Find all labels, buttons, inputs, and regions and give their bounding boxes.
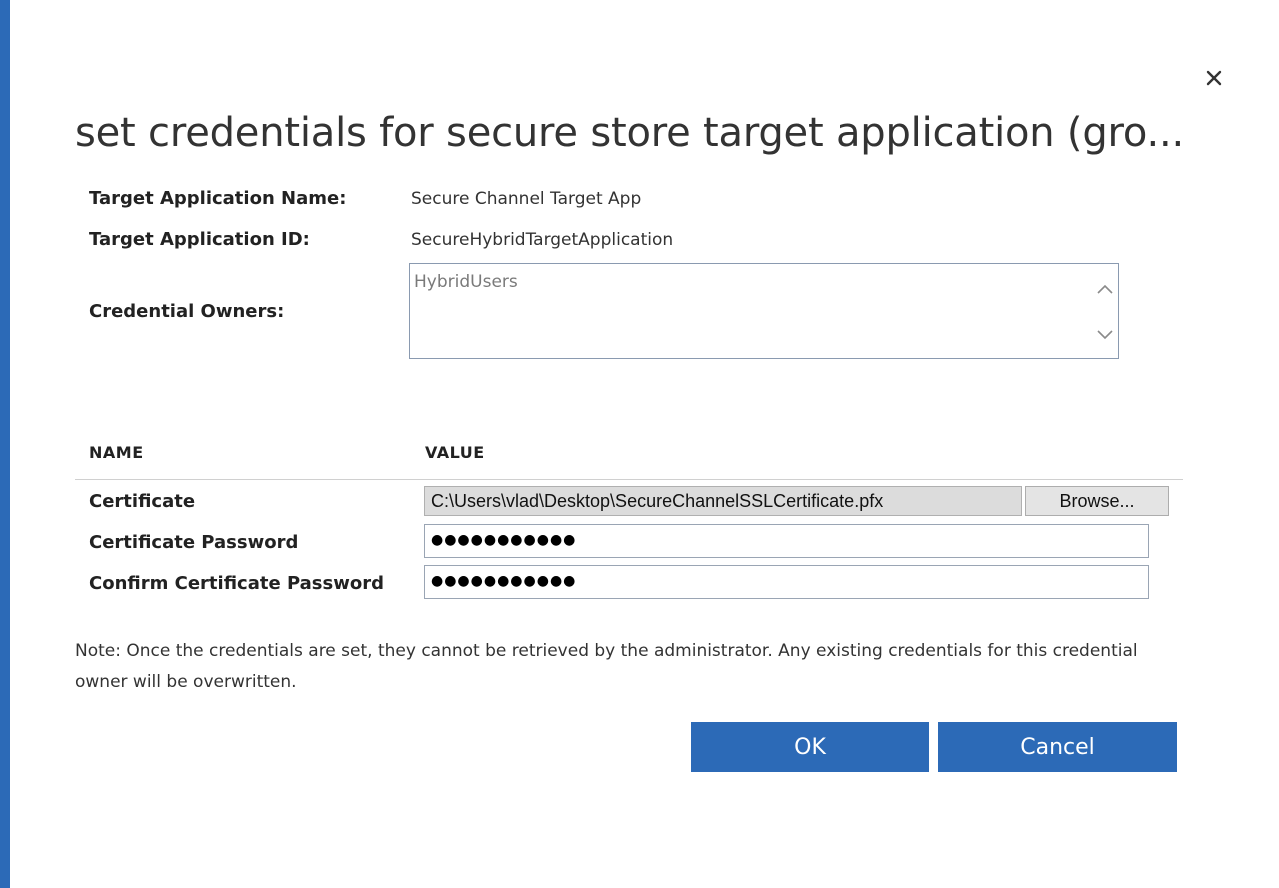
browse-button[interactable]: Browse... bbox=[1025, 486, 1169, 516]
target-app-id-label: Target Application ID: bbox=[89, 229, 310, 250]
credential-owners-field[interactable]: HybridUsers bbox=[409, 263, 1119, 359]
ok-button[interactable]: OK bbox=[691, 722, 929, 772]
cancel-button[interactable]: Cancel bbox=[938, 722, 1177, 772]
certificate-file-input[interactable]: C:\Users\vlad\Desktop\SecureChannelSSLCe… bbox=[424, 486, 1022, 516]
column-header-name: NAME bbox=[89, 443, 144, 462]
target-app-id-value: SecureHybridTargetApplication bbox=[411, 230, 674, 250]
target-app-name-label: Target Application Name: bbox=[89, 188, 347, 209]
certificate-label: Certificate bbox=[89, 491, 196, 512]
credential-owners-label: Credential Owners: bbox=[89, 301, 285, 322]
close-button[interactable] bbox=[1196, 60, 1232, 96]
confirm-certificate-password-input[interactable]: ●●●●●●●●●●● bbox=[424, 565, 1149, 599]
target-app-name-value: Secure Channel Target App bbox=[411, 189, 642, 209]
owners-scrollbar[interactable] bbox=[1094, 278, 1116, 348]
confirm-certificate-password-label: Confirm Certificate Password bbox=[89, 573, 384, 594]
chevron-up-icon bbox=[1097, 284, 1113, 294]
dialog-accent-bar bbox=[0, 0, 10, 888]
certificate-password-input[interactable]: ●●●●●●●●●●● bbox=[424, 524, 1149, 558]
dialog-title: set credentials for secure store target … bbox=[75, 110, 1185, 156]
credential-owners-value: HybridUsers bbox=[414, 272, 518, 292]
chevron-down-icon bbox=[1097, 330, 1113, 340]
column-header-value: VALUE bbox=[425, 443, 485, 462]
scroll-down-button[interactable] bbox=[1094, 324, 1116, 346]
close-icon bbox=[1206, 70, 1222, 86]
certificate-password-label: Certificate Password bbox=[89, 532, 299, 553]
overwrite-note: Note: Once the credentials are set, they… bbox=[75, 641, 1138, 692]
scroll-up-button[interactable] bbox=[1094, 278, 1116, 300]
table-divider bbox=[75, 479, 1183, 480]
